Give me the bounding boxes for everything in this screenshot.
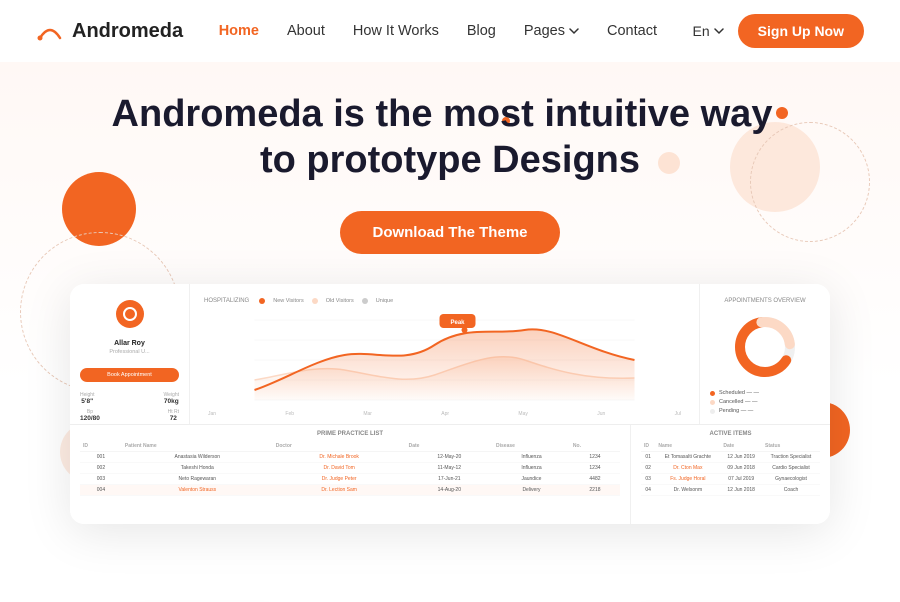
donut-svg: [730, 312, 800, 382]
nav-contact[interactable]: Contact: [607, 22, 657, 40]
table-header-row: ID Patient Name Doctor Date Disease No.: [80, 441, 620, 452]
dash-user-role: Professional U...: [80, 349, 179, 355]
logo-icon: [36, 20, 64, 42]
dash-table-area: PRIME PRACTICE LIST ID Patient Name Doct…: [70, 424, 830, 524]
hero-dot: [776, 107, 788, 119]
table-section-2: ACTIVE ITEMS ID Name Date Status: [630, 425, 830, 524]
table-row: 03 Fs. Judge Horal 07 Jul 2019 Gynaecolo…: [641, 474, 820, 485]
signup-button[interactable]: Sign Up Now: [738, 14, 864, 48]
navbar: Andromeda Home About How It Works Blog P…: [0, 0, 900, 62]
dash-stats: Height5'8" Weight70kg: [80, 392, 179, 405]
nav-blog[interactable]: Blog: [467, 22, 496, 40]
chart-title: HOSPITALIZING: [204, 298, 249, 304]
table-2-title: ACTIVE ITEMS: [641, 431, 820, 437]
chart-header: HOSPITALIZING New Visitors Old Visitors …: [204, 298, 685, 304]
nav-how-it-works[interactable]: How It Works: [353, 22, 439, 40]
brand-name: Andromeda: [72, 20, 183, 43]
dash-book-btn[interactable]: Book Appointment: [80, 368, 179, 382]
nav-right: En Sign Up Now: [693, 14, 864, 48]
brand-logo[interactable]: Andromeda: [36, 20, 183, 43]
legend-old: [312, 298, 318, 304]
chart-legend: New Visitors Old Visitors Unique: [259, 298, 393, 304]
right-panel-title: APPOINTMENTS OVERVIEW: [710, 298, 820, 304]
dashboard-preview-wrap: Allar Roy Professional U... Book Appoint…: [70, 284, 830, 524]
legend-unique: [362, 298, 368, 304]
legend-new: [259, 298, 265, 304]
table-1-body: 001 Anastasia Wilderson Dr. Michale Broo…: [80, 452, 620, 496]
hero-section: Andromeda is the most intuitive way to p…: [0, 62, 900, 602]
dashboard-preview: Allar Roy Professional U... Book Appoint…: [70, 284, 830, 524]
table-section-1: PRIME PRACTICE LIST ID Patient Name Doct…: [70, 425, 630, 524]
chart-svg: Peak: [204, 310, 685, 410]
dash-user-name: Allar Roy: [80, 340, 179, 347]
donut-chart: [710, 312, 820, 382]
lang-chevron-icon: [714, 28, 724, 35]
donut-legend: Scheduled — — Cancelled — — Pending — —: [710, 390, 820, 414]
chevron-down-icon: [569, 28, 579, 35]
mini-table-2: ID Name Date Status 01 Et Tomasalti Grac…: [641, 441, 820, 496]
table-row: 02 Dr. Cton Max 09 Jun 2018 Cardio Speci…: [641, 463, 820, 474]
table-row: 01 Et Tomasalti Grachte 12 Jun 2019 Trac…: [641, 452, 820, 463]
nav-links: Home About How It Works Blog Pages Conta…: [219, 22, 657, 40]
table-row: 001 Anastasia Wilderson Dr. Michale Broo…: [80, 452, 620, 463]
table-2-body: 01 Et Tomasalti Grachte 12 Jun 2019 Trac…: [641, 452, 820, 496]
language-selector[interactable]: En: [693, 23, 724, 39]
nav-about[interactable]: About: [287, 22, 325, 40]
svg-text:Peak: Peak: [450, 320, 465, 326]
table-1-title: PRIME PRACTICE LIST: [80, 431, 620, 437]
table-row: 002 Takeshi Honda Dr. David Tom 11-May-1…: [80, 463, 620, 474]
nav-pages[interactable]: Pages: [524, 23, 579, 39]
table2-header-row: ID Name Date Status: [641, 441, 820, 452]
dash-logo-icon: [116, 300, 144, 328]
mini-table-1: ID Patient Name Doctor Date Disease No. …: [80, 441, 620, 496]
hero-title: Andromeda is the most intuitive way to p…: [0, 92, 900, 183]
chart-x-labels: Jan Feb Mar Apr May Jun Jul: [204, 411, 685, 417]
nav-home[interactable]: Home: [219, 22, 259, 40]
download-button[interactable]: Download The Theme: [340, 211, 559, 254]
table-row: 003 Neto Ragewaran Dr. Judge Peter 17-Ju…: [80, 474, 620, 485]
table-row: 04 Dr. Welsonm 12 Jun 2018 Coach: [641, 485, 820, 496]
table-row: 004 Valenton Strauss Dr. Lection Sam 14-…: [80, 485, 620, 496]
